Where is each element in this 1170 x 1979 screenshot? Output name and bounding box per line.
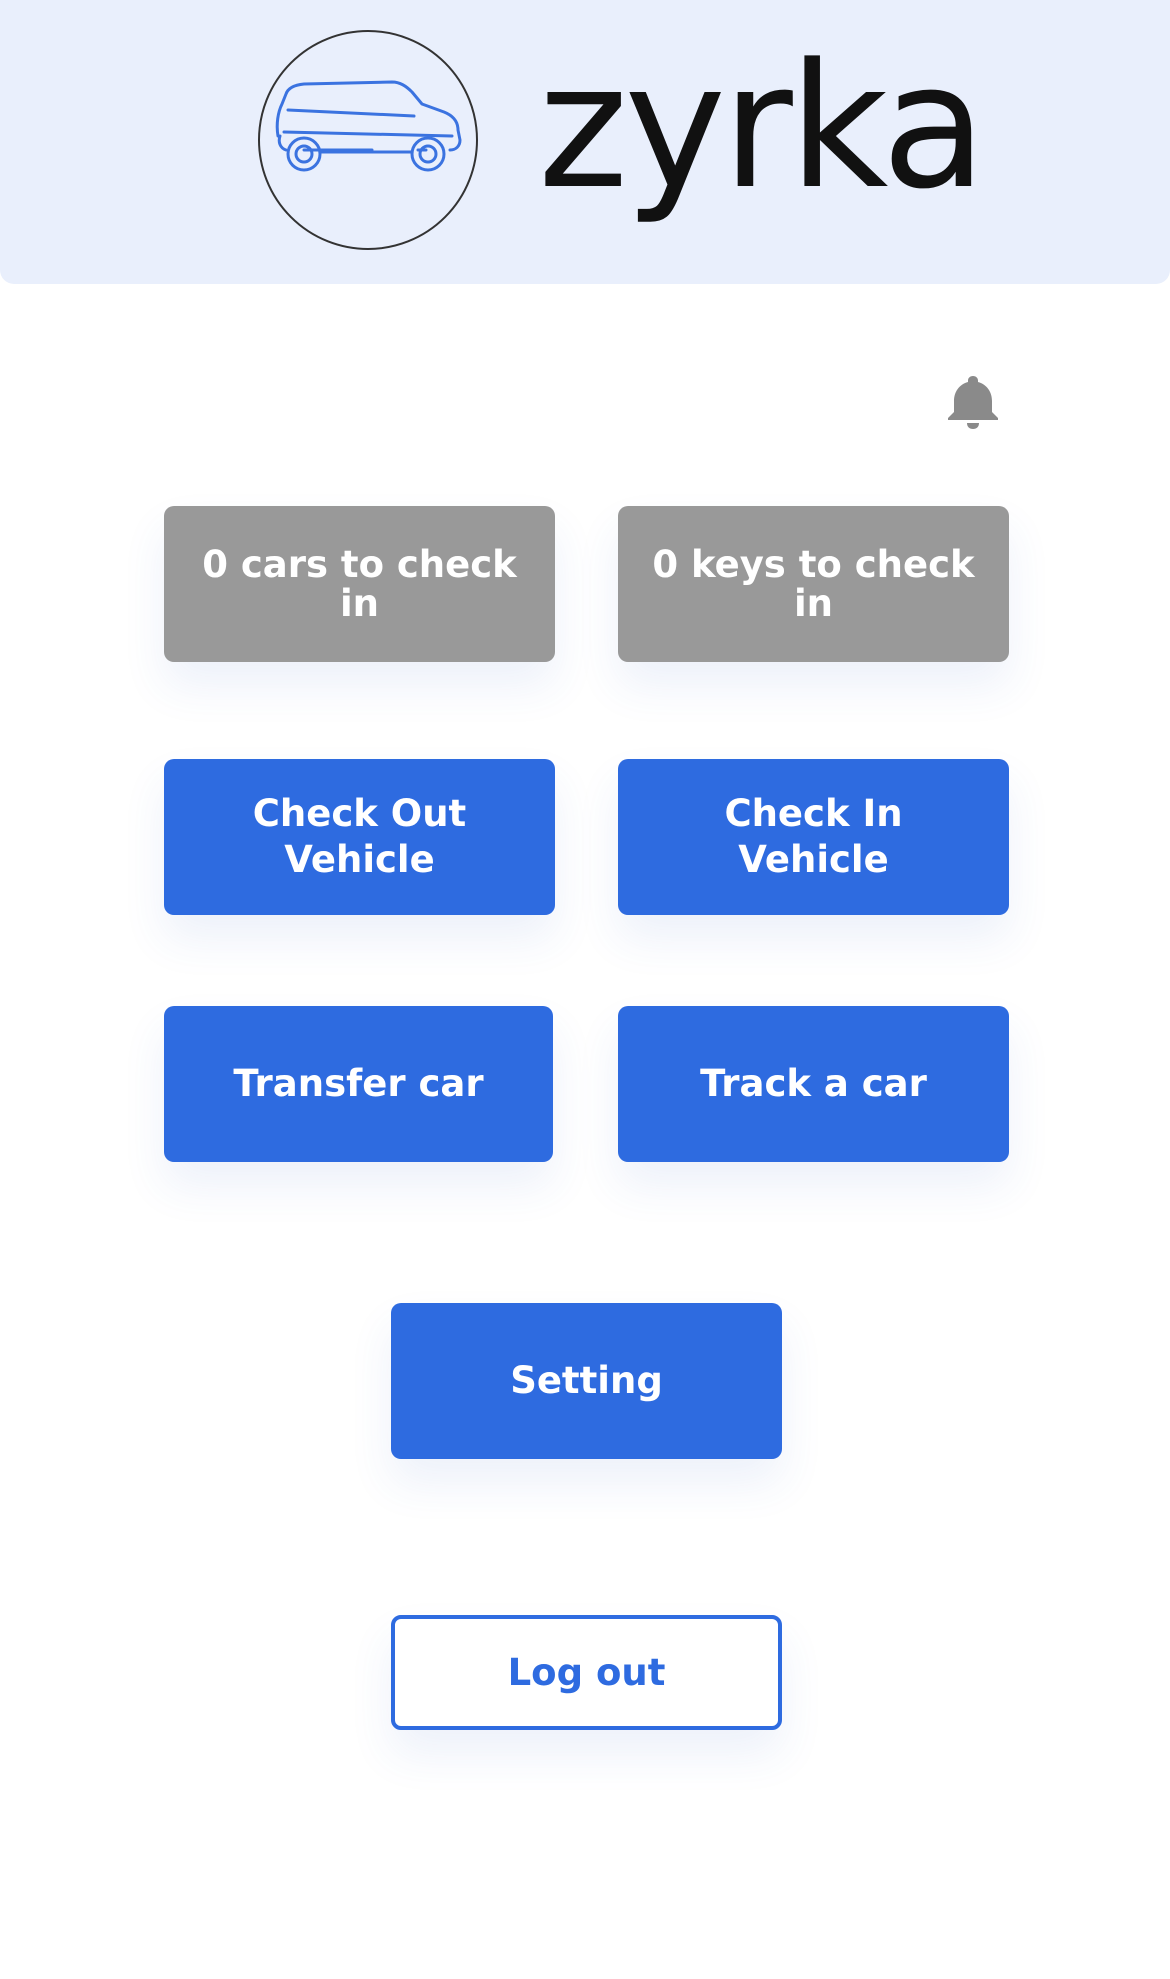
keys-to-check-in-label: 0 keys to check in [652, 543, 975, 625]
transfer-car-label: Transfer car [233, 1062, 484, 1105]
transfer-car-button[interactable]: Transfer car [164, 1006, 553, 1162]
logo [258, 30, 478, 250]
cars-to-check-in-button[interactable]: 0 cars to check in [164, 506, 555, 662]
log-out-label: Log out [507, 1650, 666, 1694]
brand-name: zyrka [538, 26, 987, 227]
check-in-vehicle-label: Check In Vehicle [724, 792, 903, 881]
setting-label: Setting [510, 1359, 663, 1402]
cars-to-check-in-label: 0 cars to check in [202, 543, 517, 625]
check-out-vehicle-button[interactable]: Check Out Vehicle [164, 759, 555, 915]
bell-icon [948, 376, 998, 429]
track-a-car-button[interactable]: Track a car [618, 1006, 1009, 1162]
app-header: zyrka [0, 0, 1170, 284]
car-outline-icon [275, 80, 462, 172]
check-in-vehicle-button[interactable]: Check In Vehicle [618, 759, 1009, 915]
log-out-button[interactable]: Log out [391, 1615, 782, 1730]
track-a-car-label: Track a car [700, 1062, 927, 1105]
setting-button[interactable]: Setting [391, 1303, 782, 1459]
check-out-vehicle-label: Check Out Vehicle [252, 792, 467, 881]
keys-to-check-in-button[interactable]: 0 keys to check in [618, 506, 1009, 662]
notifications-button[interactable] [944, 372, 1002, 430]
